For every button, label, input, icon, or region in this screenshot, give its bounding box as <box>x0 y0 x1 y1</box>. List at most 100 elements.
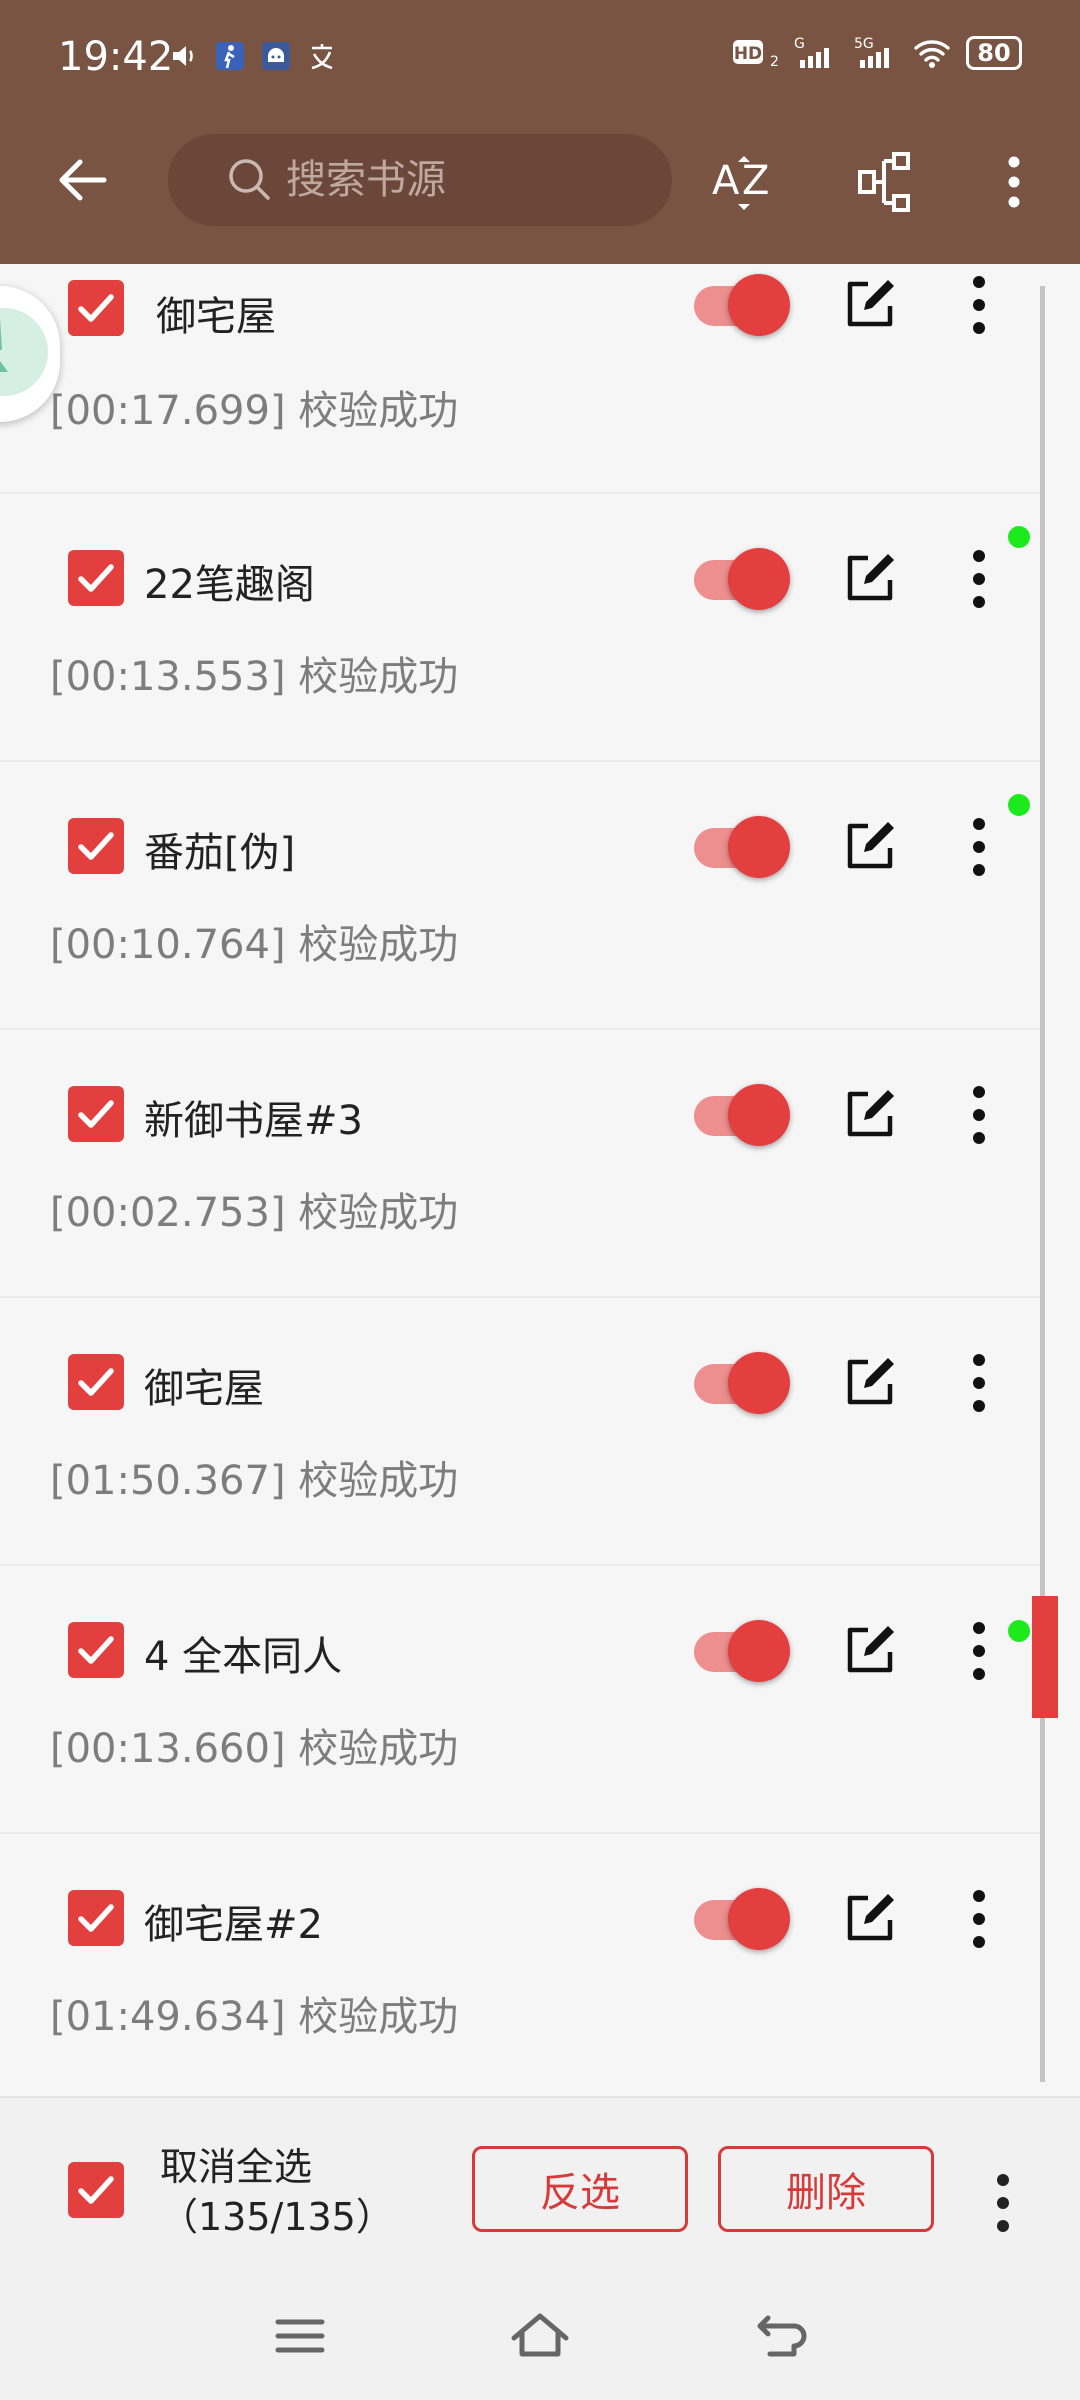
check-icon <box>78 1100 114 1128</box>
android-app-icon <box>262 42 290 70</box>
item-more-icon[interactable] <box>954 1348 1004 1418</box>
enable-switch[interactable] <box>690 1620 790 1682</box>
source-status: [00:10.764] 校验成功 <box>50 922 459 968</box>
group-icon <box>858 152 910 212</box>
source-status: [00:13.660] 校验成功 <box>50 1726 459 1772</box>
search-icon <box>229 159 270 200</box>
edit-icon[interactable] <box>840 548 900 608</box>
enable-switch[interactable] <box>690 274 790 336</box>
source-status: [00:17.699] 校验成功 <box>50 388 459 434</box>
hd-voice-icon: HD 2 <box>733 40 778 70</box>
source-name: 4 全本同人 <box>144 1634 343 1680</box>
check-icon <box>78 1636 114 1664</box>
source-name: 番茄[伪] <box>144 830 296 876</box>
list-item[interactable]: 御宅屋 [01:50.367] 校验成功 <box>0 1298 1040 1566</box>
app-bar: 19:42 HD 2 G 5G 80 AZ <box>0 0 1080 264</box>
item-more-icon[interactable] <box>954 1616 1004 1686</box>
svg-text:2: 2 <box>770 54 778 70</box>
source-list[interactable]: 御宅屋 [00:17.699] 校验成功 22笔趣阁 [00:13.553] 校… <box>0 264 1080 2094</box>
back-icon[interactable] <box>750 2304 814 2368</box>
sort-az-button[interactable]: AZ <box>706 144 782 220</box>
check-icon <box>78 294 114 322</box>
back-arrow-icon[interactable] <box>48 144 120 216</box>
scrollbar-track[interactable] <box>1040 286 1045 2082</box>
enable-switch[interactable] <box>690 816 790 878</box>
walk-app-icon <box>216 42 244 70</box>
list-item[interactable]: 新御书屋#3 [00:02.753] 校验成功 <box>0 1030 1040 1298</box>
status-dot <box>1008 794 1030 816</box>
item-more-icon[interactable] <box>954 812 1004 882</box>
list-item[interactable]: 番茄[伪] [00:10.764] 校验成功 <box>0 762 1040 1030</box>
source-name: 御宅屋#2 <box>144 1902 323 1948</box>
select-all-checkbox[interactable] <box>68 2162 124 2218</box>
edit-icon[interactable] <box>840 1352 900 1412</box>
item-more-icon[interactable] <box>954 1884 1004 1954</box>
enable-switch[interactable] <box>690 1352 790 1414</box>
select-checkbox[interactable] <box>68 1890 124 1946</box>
source-status: [00:02.753] 校验成功 <box>50 1190 459 1236</box>
edit-icon[interactable] <box>840 1888 900 1948</box>
source-name: 新御书屋#3 <box>144 1098 363 1144</box>
check-icon <box>78 1368 114 1396</box>
wifi-icon <box>914 40 950 68</box>
enable-switch[interactable] <box>690 548 790 610</box>
select-checkbox[interactable] <box>68 818 124 874</box>
status-dot <box>1008 526 1030 548</box>
delete-button[interactable]: 删除 <box>718 2146 934 2232</box>
search-input[interactable] <box>286 157 666 203</box>
item-more-icon[interactable] <box>954 544 1004 614</box>
status-bar: 19:42 HD 2 G 5G 80 <box>0 0 1080 118</box>
battery-level: 80 <box>966 36 1022 70</box>
signal-5g-icon: 5G <box>854 36 889 68</box>
source-status: [01:50.367] 校验成功 <box>50 1458 459 1504</box>
scrollbar-thumb[interactable] <box>1032 1596 1058 1718</box>
more-vert-icon <box>1008 156 1020 208</box>
edit-icon[interactable] <box>840 274 900 334</box>
selection-more-icon[interactable] <box>978 2168 1028 2238</box>
edit-icon[interactable] <box>840 1620 900 1680</box>
list-item[interactable]: 御宅屋 [00:17.699] 校验成功 <box>0 264 1040 494</box>
enable-switch[interactable] <box>690 1888 790 1950</box>
search-box[interactable] <box>168 134 672 226</box>
select-checkbox[interactable] <box>68 280 124 336</box>
overflow-menu-button[interactable] <box>976 144 1052 220</box>
check-icon <box>78 2176 114 2204</box>
status-time: 19:42 <box>58 34 174 80</box>
select-checkbox[interactable] <box>68 550 124 606</box>
source-status: [00:13.553] 校验成功 <box>50 654 459 700</box>
item-more-icon[interactable] <box>954 270 1004 340</box>
invert-selection-button[interactable]: 反选 <box>472 2146 688 2232</box>
source-name: 御宅屋 <box>156 294 276 340</box>
source-name: 22笔趣阁 <box>144 562 315 608</box>
item-more-icon[interactable] <box>954 1080 1004 1150</box>
svg-text:Z: Z <box>742 158 769 204</box>
list-item[interactable]: 22笔趣阁 [00:13.553] 校验成功 <box>0 494 1040 762</box>
status-dot <box>1008 1620 1030 1642</box>
status-system-icons: HD 2 G 5G 80 <box>732 36 1022 70</box>
check-icon <box>78 832 114 860</box>
signal-g-icon: G <box>794 36 829 68</box>
menu-icon[interactable] <box>268 2304 332 2368</box>
home-icon[interactable] <box>508 2304 572 2368</box>
selection-bar: 取消全选 （135/135） 反选 删除 <box>0 2096 1080 2264</box>
select-all-label[interactable]: 取消全选 <box>160 2142 312 2192</box>
svg-text:HD: HD <box>734 44 762 64</box>
tree-icon <box>0 308 48 396</box>
list-item[interactable]: 御宅屋#2 [01:49.634] 校验成功 <box>0 1834 1040 2094</box>
list-item[interactable]: 4 全本同人 [00:13.660] 校验成功 <box>0 1566 1040 1834</box>
edit-icon[interactable] <box>840 1084 900 1144</box>
source-name: 御宅屋 <box>144 1366 264 1412</box>
system-nav-bar <box>0 2264 1080 2400</box>
edit-icon[interactable] <box>840 816 900 876</box>
select-checkbox[interactable] <box>68 1354 124 1410</box>
sound-icon <box>173 46 193 66</box>
svg-text:G: G <box>794 36 805 52</box>
source-status: [01:49.634] 校验成功 <box>50 1994 459 2040</box>
select-checkbox[interactable] <box>68 1086 124 1142</box>
status-notification-icons <box>168 40 338 72</box>
check-icon <box>78 1904 114 1932</box>
group-button[interactable] <box>850 144 926 220</box>
select-checkbox[interactable] <box>68 1622 124 1678</box>
check-icon <box>78 564 114 592</box>
enable-switch[interactable] <box>690 1084 790 1146</box>
